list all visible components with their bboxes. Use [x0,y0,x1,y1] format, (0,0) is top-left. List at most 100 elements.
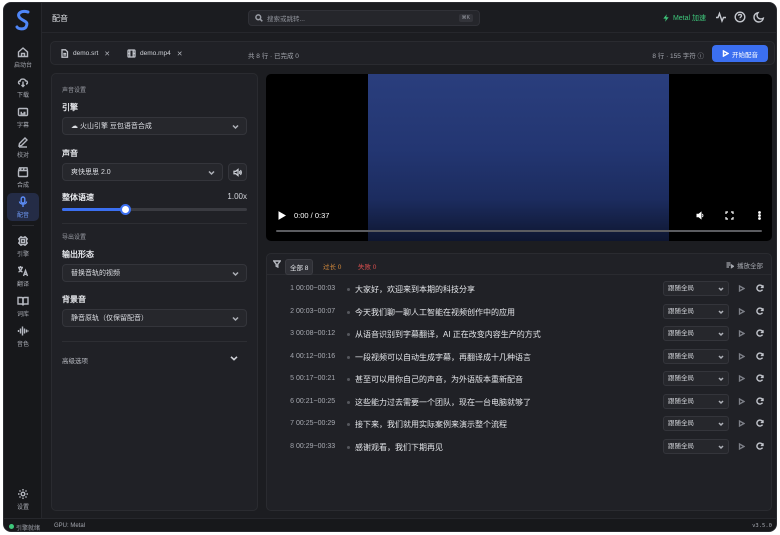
speed-slider[interactable] [62,204,247,215]
subtitles-icon [17,107,29,116]
segment-play-button[interactable] [738,442,746,452]
video-player[interactable]: 0:00 / 0:37 [266,74,772,241]
voice-preview-button[interactable] [228,163,247,181]
bgm-select[interactable]: 静音原轨（仅保留配音） [62,309,247,327]
segment-time: 00:21~00:25 [296,397,336,405]
segment-play-button[interactable] [738,329,746,339]
play-all-button[interactable]: 播放全部 [726,260,763,270]
segment-play-button[interactable] [738,419,746,429]
segment-row[interactable]: 8 00:29~00:33 感谢观看，我们下期再见 跟随全局 [267,436,771,458]
engine-select[interactable]: ☁ 火山引擎 豆包语音合成 [62,117,247,135]
voice-select[interactable]: 爽快思思 2.0 [62,163,223,181]
theme-toggle-button[interactable] [753,11,765,23]
segment-text[interactable]: 大家好，欢迎来到本期的科技分享 [355,284,475,295]
rail-item-settings[interactable]: 设置 [7,485,39,513]
rail-item-voice[interactable]: 音色 [7,322,39,350]
play-icon [738,397,746,405]
chevron-down-icon [718,332,724,337]
segment-regenerate-button[interactable] [756,284,764,294]
section-divider [62,341,247,342]
engine-status: 引擎就绪 [16,526,41,532]
rail-item-subtitle[interactable]: 字幕 [7,103,39,131]
segment-row[interactable]: 5 00:17~00:21 甚至可以用你自己的声音，为外语版本重新配音 跟随全局 [267,368,771,390]
rail-item-dubbing[interactable]: 配音 [7,193,39,221]
advanced-options-toggle[interactable]: 高级选项 [62,355,88,365]
segment-row[interactable]: 3 00:08~00:12 从语音识别到字幕翻译，AI 正在改变内容生产的方式 跟随全… [267,323,771,345]
refresh-icon [756,374,764,382]
advanced-chevron[interactable] [230,354,238,364]
segment-text[interactable]: 接下来，我们就用实际案例来演示整个流程 [355,419,507,430]
segment-mode-select[interactable]: 跟随全局 [663,393,729,409]
segment-text[interactable]: 一段视频可以自动生成字幕，再翻译成十几种语言 [355,352,531,363]
segment-status-dot [347,355,350,359]
segment-regenerate-button[interactable] [756,306,764,317]
output-select[interactable]: 替换音轨的视频 [62,264,247,282]
file-chip-mp4[interactable]: demo.mp4 ✕ [127,49,183,58]
rail-item-proofread[interactable]: 校对 [7,133,39,161]
pen-icon [18,136,28,148]
chevron-down-icon [718,422,724,427]
segment-mode-select[interactable]: 跟随全局 [663,416,729,431]
segment-row[interactable]: 7 00:25~00:29 接下来，我们就用实际案例来演示整个流程 跟随全局 [267,413,771,435]
segment-play-button[interactable] [738,284,746,294]
segment-row[interactable]: 6 00:21~00:25 这些能力过去需要一个团队，现在一台电脑就够了 跟随全局 [267,391,771,413]
filter-button[interactable] [272,260,282,270]
rail-item-engine[interactable]: 引擎 [7,232,39,260]
segment-time: 00:29~00:33 [296,442,336,450]
rail-item-glossary[interactable]: 词库 [7,292,39,320]
search-input[interactable]: 搜索或跳转... ⌘K [248,10,480,26]
segment-mode-value: 跟随全局 [668,330,694,337]
refresh-icon [756,329,764,337]
segment-text[interactable]: 今天我们聊一聊人工智能在视频创作中的应用 [355,307,515,318]
rail-item-translate[interactable]: 翻译 [7,262,39,290]
segment-play-button[interactable] [738,352,746,362]
segment-play-button[interactable] [738,397,746,407]
segment-mode-select[interactable]: 跟随全局 [663,326,729,341]
segment-text[interactable]: 从语音识别到字幕翻译，AI 正在改变内容生产的方式 [355,329,541,340]
segment-regenerate-button[interactable] [756,419,764,429]
tab-all[interactable]: 全部 8 [285,259,314,275]
start-dubbing-button[interactable]: 开始配音 [712,45,768,62]
segment-regenerate-button[interactable] [756,396,764,407]
cloud-download-icon [17,77,29,87]
close-icon[interactable]: ✕ [104,50,110,58]
segment-text[interactable]: 感谢观看，我们下期再见 [355,442,443,453]
segment-regenerate-button[interactable] [756,329,764,339]
file-icon [61,49,69,58]
rail-item-compose[interactable]: 合成 [7,163,39,191]
video-volume-button[interactable] [696,211,705,220]
video-play-button[interactable] [277,211,286,220]
chevron-down-icon [718,399,724,404]
segment-row[interactable]: 2 00:03~00:07 今天我们聊一聊人工智能在视频创作中的应用 跟随全局 [267,301,771,323]
segment-play-button[interactable] [738,374,746,384]
segment-mode-select[interactable]: 跟随全局 [663,438,729,454]
speed-slider-thumb[interactable] [119,204,131,215]
video-more-button[interactable] [755,211,764,220]
segment-row[interactable]: 4 00:12~00:16 一段视频可以自动生成字幕，再翻译成十几种语言 跟随全局 [267,346,771,368]
segment-mode-select[interactable]: 跟随全局 [663,371,729,386]
tab-too-long[interactable]: 过长 0 [319,259,345,273]
video-progress-bar[interactable] [276,230,762,232]
video-fullscreen-button[interactable] [725,211,734,220]
segment-regenerate-button[interactable] [756,351,764,362]
segment-play-button[interactable] [738,307,746,317]
segment-regenerate-button[interactable] [756,441,764,452]
segment-row[interactable]: 1 00:00~00:03 大家好，欢迎来到本期的科技分享 跟随全局 [267,278,771,300]
segment-mode-select[interactable]: 跟随全局 [663,281,729,296]
activity-icon [716,11,726,23]
segment-list: 全部 8 过长 0 失败 0 播放全部 1 00:00~00:03 大家好，欢迎来到… [266,253,772,511]
rail-item-download[interactable]: 下载 [7,73,39,101]
rail-item-home[interactable]: 启动台 [7,43,39,71]
segment-mode-select[interactable]: 跟随全局 [663,303,729,319]
close-icon[interactable]: ✕ [177,50,183,58]
file-chip-srt[interactable]: demo.srt ✕ [60,49,110,58]
help-button[interactable] [734,11,746,23]
segment-text[interactable]: 这些能力过去需要一个团队，现在一台电脑就够了 [355,397,531,408]
tab-failed[interactable]: 失败 0 [354,259,380,273]
activity-button[interactable] [715,11,727,23]
metal-accel-badge[interactable]: Metal 加速 [662,13,706,23]
output-label: 输出形态 [62,250,94,259]
segment-text[interactable]: 甚至可以用你自己的声音，为外语版本重新配音 [355,374,523,385]
segment-mode-select[interactable]: 跟随全局 [663,348,729,364]
segment-regenerate-button[interactable] [756,374,764,384]
